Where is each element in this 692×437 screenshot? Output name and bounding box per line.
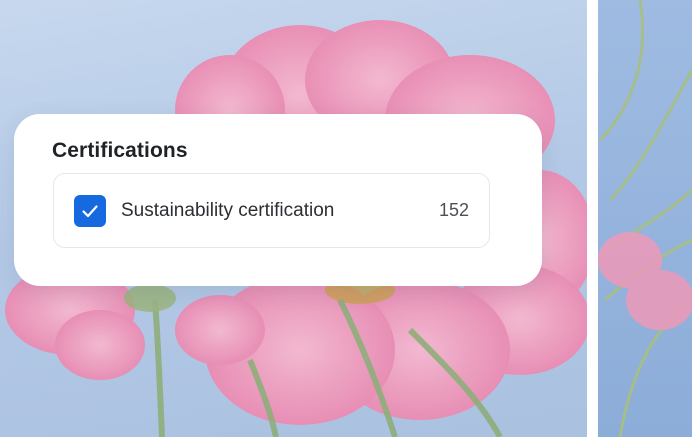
checkmark-icon — [82, 204, 98, 217]
image-gap-divider — [587, 0, 598, 437]
option-label: Sustainability certification — [121, 199, 335, 221]
app-stage: Certifications Sustainability certificat… — [0, 0, 692, 437]
sustainability-certification-option[interactable]: Sustainability certification 152 — [53, 173, 490, 248]
sustainability-certification-checkbox[interactable] — [74, 194, 106, 227]
certifications-filter-card: Certifications Sustainability certificat… — [14, 114, 542, 286]
option-count: 152 — [438, 200, 469, 220]
certifications-heading: Certifications — [52, 139, 188, 162]
